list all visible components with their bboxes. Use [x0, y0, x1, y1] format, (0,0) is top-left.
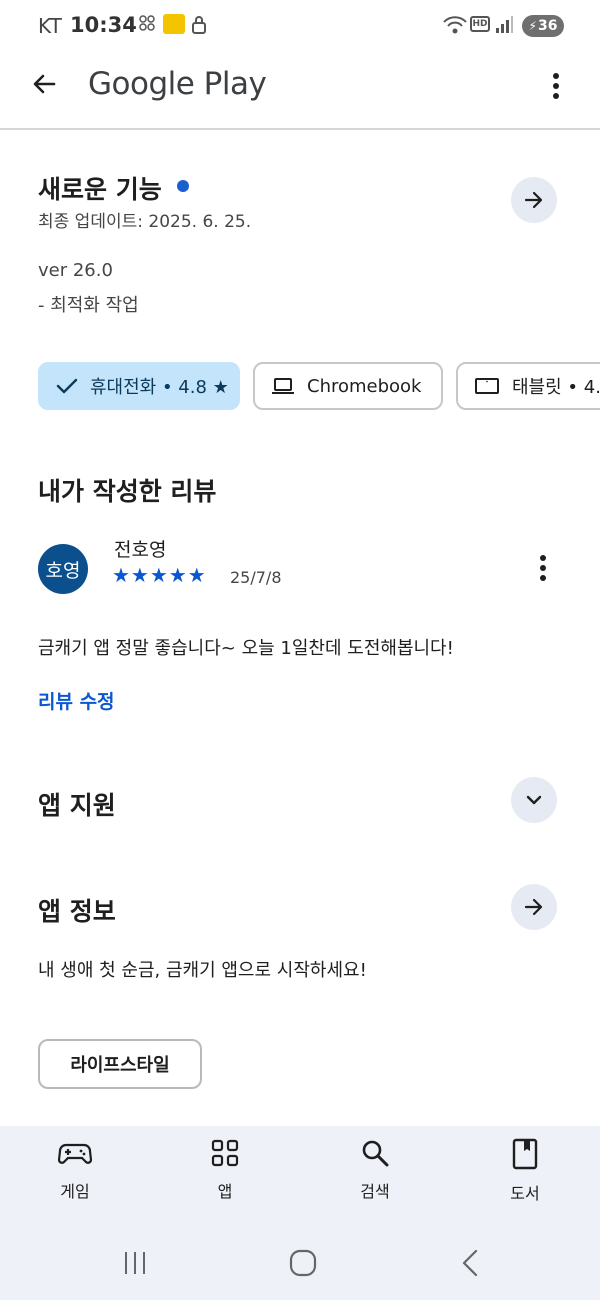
nav-label: 검색: [360, 1182, 390, 1201]
hd-voice-icon: HD: [470, 16, 490, 32]
release-note: - 최적화 작업: [38, 295, 139, 316]
app-description: 내 생애 첫 순금, 금캐기 앱으로 시작하세요!: [38, 960, 367, 981]
app-title: Google Play: [88, 66, 267, 102]
nav-item-apps[interactable]: 앱: [175, 1138, 275, 1202]
home-icon[interactable]: [289, 1249, 317, 1277]
arrow-forward-icon: [524, 191, 543, 209]
recent-apps-icon[interactable]: [122, 1250, 148, 1276]
app-bar-divider: [0, 128, 600, 130]
device-chip-phone[interactable]: 휴대전화 • 4.8 ★: [38, 362, 240, 410]
battery-level: 36: [537, 18, 558, 34]
app-support-expand-button[interactable]: [511, 777, 557, 823]
device-chip-label: 휴대전화 • 4.8 ★: [90, 377, 229, 398]
whats-new-title: 새로운 기능: [38, 175, 162, 204]
search-icon: [362, 1140, 389, 1167]
review-text: 금캐기 앱 정말 좋습니다~ 오늘 1일찬데 도전해봅니다!: [38, 638, 454, 659]
more-vert-icon: [540, 555, 546, 581]
back-button[interactable]: [22, 60, 66, 108]
nav-item-search[interactable]: 검색: [325, 1138, 425, 1202]
nav-label: 도서: [510, 1184, 540, 1203]
review-rating-stars: ★★★★★: [112, 563, 207, 587]
device-chip-label: 태블릿 • 4.8: [512, 377, 600, 398]
laptop-icon: [272, 378, 294, 394]
reviewer-name: 전호영: [114, 539, 167, 561]
gamepad-icon: [58, 1143, 92, 1164]
check-icon: [56, 378, 78, 394]
nav-label: 앱: [217, 1182, 233, 1201]
nav-item-books[interactable]: 도서: [475, 1138, 575, 1204]
arrow-forward-icon: [524, 898, 543, 916]
review-date: 25/7/8: [230, 568, 282, 587]
my-review-title: 내가 작성한 리뷰: [38, 477, 217, 506]
arrow-back-icon: [33, 74, 56, 94]
notification-app-icon: [163, 14, 185, 34]
signal-icon: [496, 16, 513, 33]
status-bar: KT 10:34 HD ⚡ 36: [0, 0, 600, 52]
review-more-button[interactable]: [529, 548, 557, 588]
tablet-icon: [475, 378, 499, 394]
nav-item-games[interactable]: 게임: [25, 1138, 125, 1202]
apps-grid-icon: [211, 1139, 239, 1167]
charging-icon: ⚡: [528, 19, 537, 33]
app-info-title: 앱 정보: [38, 897, 116, 926]
whats-new-more-button[interactable]: [511, 177, 557, 223]
device-chip-label: Chromebook: [307, 375, 422, 397]
chevron-down-icon: [526, 795, 542, 805]
version-text: ver 26.0: [38, 260, 113, 281]
nav-label: 게임: [60, 1182, 90, 1201]
device-chip-tablet[interactable]: 태블릿 • 4.8: [456, 362, 600, 410]
app-support-title: 앱 지원: [38, 791, 116, 820]
avatar: 호영: [38, 544, 88, 594]
more-options-button[interactable]: [536, 64, 576, 108]
system-back-icon[interactable]: [458, 1249, 482, 1277]
more-vert-icon: [553, 73, 559, 99]
edit-review-link[interactable]: 리뷰 수정: [38, 687, 115, 714]
carrier-label: KT: [38, 14, 62, 38]
wifi-icon: [443, 16, 467, 34]
battery-indicator: ⚡ 36: [522, 15, 564, 37]
sync-icon: [139, 15, 155, 31]
status-time: 10:34: [70, 13, 137, 37]
new-indicator-dot: [177, 180, 189, 192]
category-chip[interactable]: 라이프스타일: [38, 1039, 202, 1089]
book-icon: [512, 1138, 538, 1170]
lock-icon: [192, 16, 206, 34]
app-info-more-button[interactable]: [511, 884, 557, 930]
last-updated: 최종 업데이트: 2025. 6. 25.: [38, 212, 252, 232]
device-chip-chromebook[interactable]: Chromebook: [253, 362, 443, 410]
